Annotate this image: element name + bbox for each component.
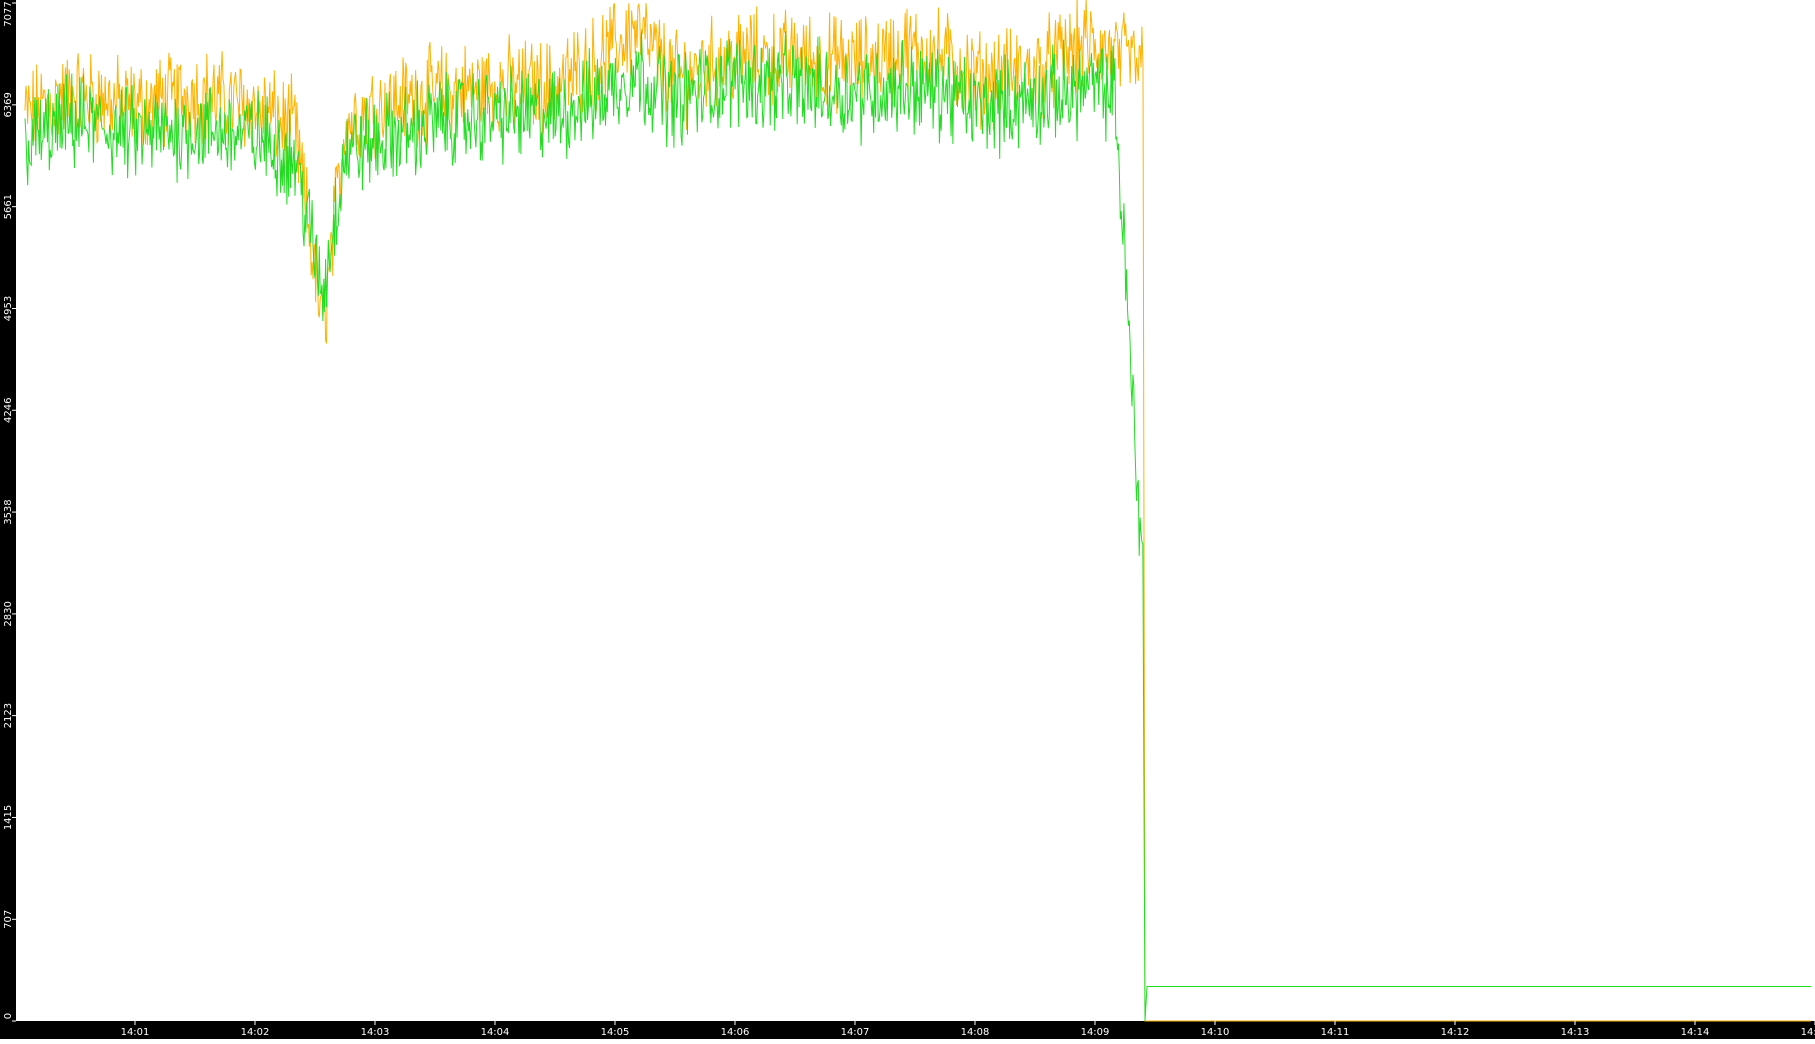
x-tick-label: 14:10	[1201, 1027, 1230, 1038]
x-tick-label: 14:02	[241, 1027, 270, 1038]
x-tick-label: 14:11	[1321, 1027, 1350, 1038]
y-tick-label: 4953	[3, 296, 14, 321]
x-tick-label: 14:14	[1681, 1027, 1710, 1038]
y-tick-label: 6369	[3, 92, 14, 117]
x-tick-label: 14:06	[721, 1027, 750, 1038]
y-tick-label: 7077	[3, 1, 14, 26]
x-tick-label: 14:13	[1561, 1027, 1590, 1038]
x-tick-label: 14:15	[1801, 1027, 1815, 1038]
y-tick-label: 0	[3, 1013, 14, 1019]
y-tick-label: 1415	[3, 805, 14, 830]
line-chart: 0 707 1415 2123 2830 3538 4246 4953 5661 6369 7077…	[0, 0, 1815, 1039]
y-tick-label: 2123	[3, 703, 14, 728]
x-tick-label: 14:04	[481, 1027, 510, 1038]
x-tick-label: 14:07	[841, 1027, 870, 1038]
y-tick-label: 5661	[3, 194, 14, 219]
x-tick-label: 14:01	[121, 1027, 150, 1038]
x-tick-label: 14:05	[601, 1027, 630, 1038]
x-tick-label: 14:08	[961, 1027, 990, 1038]
y-tick-label: 707	[3, 910, 14, 929]
x-axis-band	[0, 1021, 1815, 1039]
y-tick-label: 3538	[3, 499, 14, 524]
chart-canvas: 0 707 1415 2123 2830 3538 4246 4953 5661 6369 7077…	[0, 0, 1815, 1039]
y-tick-label: 2830	[3, 601, 14, 626]
y-tick-label: 4246	[3, 398, 14, 423]
x-tick-label: 14:12	[1441, 1027, 1470, 1038]
chart-background	[0, 0, 1815, 1039]
x-tick-label: 14:09	[1081, 1027, 1110, 1038]
x-tick-label: 14:03	[361, 1027, 390, 1038]
